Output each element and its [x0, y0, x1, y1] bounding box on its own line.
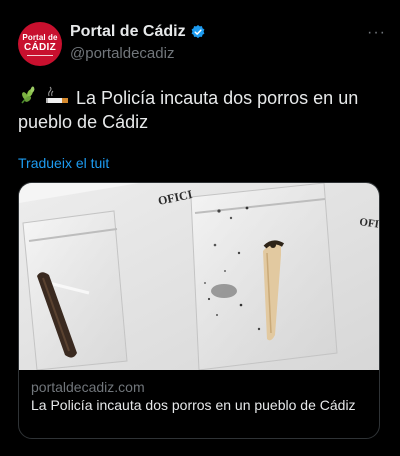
tweet-body: La Policía incauta dos porros en un pueb…: [18, 88, 359, 132]
verified-badge-icon: [191, 25, 204, 39]
herb-emoji: [21, 86, 35, 104]
tweet-header: Portal de CÁDIZ Portal de Cádiz @portald…: [18, 22, 388, 66]
tweet-text: La Policía incauta dos porros en un pueb…: [18, 86, 386, 134]
card-meta: portaldecadiz.com La Policía incauta dos…: [19, 370, 379, 422]
translate-link[interactable]: Tradueix el tuit: [18, 155, 109, 171]
card-title: La Policía incauta dos porros en un pueb…: [31, 397, 356, 413]
avatar-text-line2: CÁDIZ: [23, 41, 57, 53]
avatar-text-line1: Portal de: [22, 32, 58, 42]
cigarette-emoji: [46, 86, 69, 103]
avatar-divider: [27, 54, 53, 56]
more-options-icon[interactable]: ···: [367, 24, 386, 42]
handle[interactable]: @portaldecadiz: [70, 45, 206, 62]
link-card[interactable]: OFICI OFI portaldecadiz.com La Policía i…: [18, 182, 380, 439]
avatar[interactable]: Portal de CÁDIZ: [18, 22, 62, 66]
card-domain: portaldecadiz.com: [31, 379, 145, 395]
card-image: OFICI OFI: [19, 183, 379, 370]
author-block: Portal de Cádiz @portaldecadiz: [70, 23, 206, 62]
display-name[interactable]: Portal de Cádiz: [70, 23, 186, 41]
display-name-row: Portal de Cádiz: [70, 23, 206, 41]
